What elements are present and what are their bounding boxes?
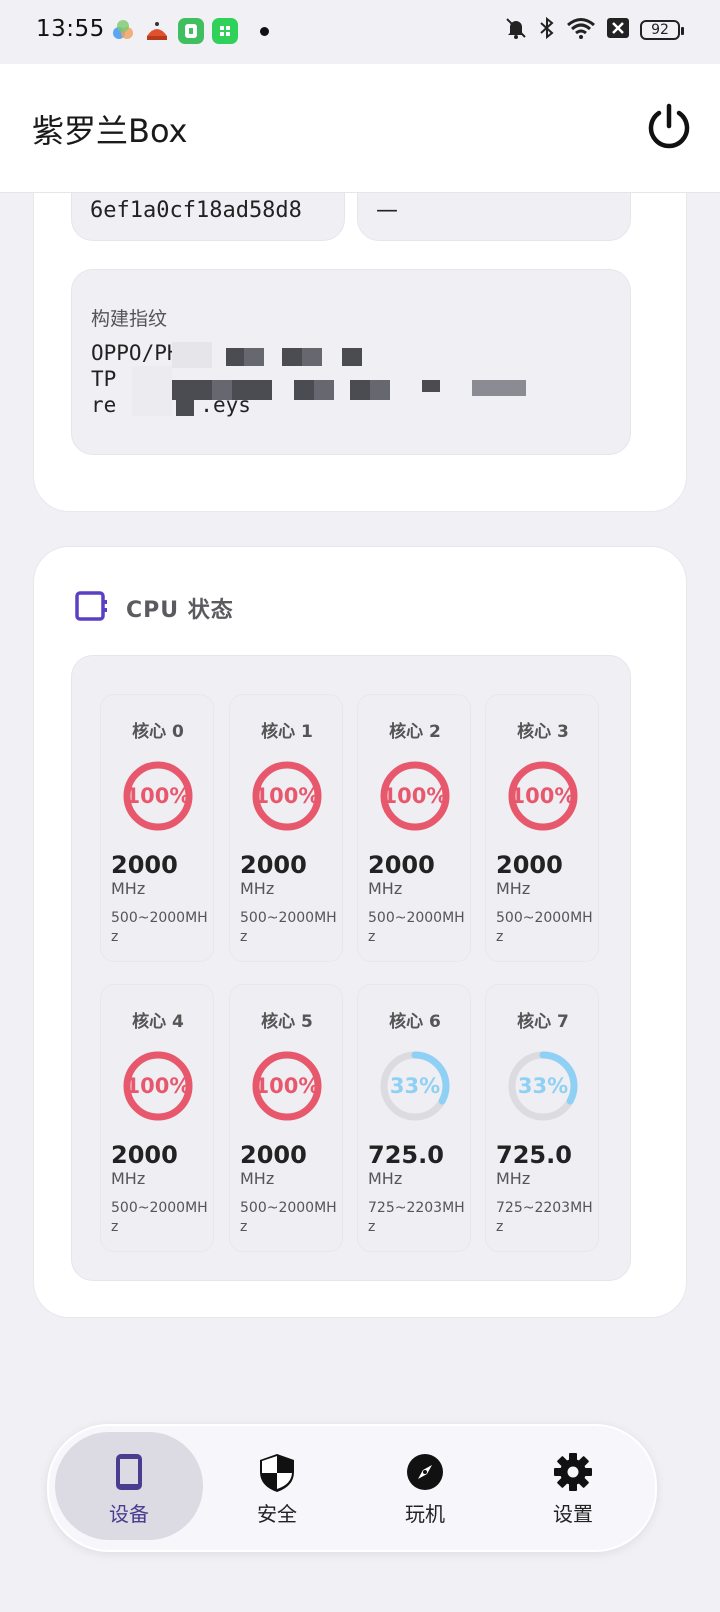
core-frequency: 2000 MHz xyxy=(111,1141,211,1188)
core-freq-unit: MHz xyxy=(496,1169,531,1188)
cpu-core-tile: 核心 1 100% 2000 MHz 500~2000MHz xyxy=(229,694,343,962)
system-icons: 92 xyxy=(504,16,684,44)
core-frequency: 2000 MHz xyxy=(368,851,468,898)
nav-label: 安全 xyxy=(257,1502,297,1526)
cpu-core-tile: 核心 2 100% 2000 MHz 500~2000MHz xyxy=(357,694,471,962)
core-name: 核心 0 xyxy=(132,722,184,742)
core-freq-range: 500~2000MHz xyxy=(240,910,337,945)
nav-settings[interactable]: 设置 xyxy=(499,1432,647,1540)
core-freq-value: 2000 xyxy=(368,851,435,879)
core-usage-text: 100% xyxy=(125,784,191,808)
core-frequency: 2000 MHz xyxy=(111,851,211,898)
core-freq-value: 2000 xyxy=(111,851,178,879)
core-name: 核心 1 xyxy=(261,722,313,742)
nav-device[interactable]: 设备 xyxy=(55,1432,203,1540)
core-frequency: 2000 MHz xyxy=(240,1141,340,1188)
core-frequency: 2000 MHz xyxy=(496,851,596,898)
core-freq-range: 500~2000MHz xyxy=(111,1200,208,1235)
gear-icon xyxy=(499,1452,647,1492)
core-usage-text: 100% xyxy=(382,784,448,808)
nav-label: 设备 xyxy=(109,1502,149,1526)
core-freq-value: 725.0 xyxy=(368,1141,444,1169)
nav-tweaks[interactable]: 玩机 xyxy=(351,1432,499,1540)
cpu-core-tile: 核心 3 100% 2000 MHz 500~2000MHz xyxy=(485,694,599,962)
core-freq-unit: MHz xyxy=(368,1169,403,1188)
fingerprint-tile: 构建指纹 OPPO/PH TP re .eys xyxy=(71,269,631,455)
cpu-core-tile: 核心 0 100% 2000 MHz 500~2000MHz xyxy=(100,694,214,962)
status-bar: 13:55 92 xyxy=(0,0,720,64)
core-usage-text: 100% xyxy=(125,1074,191,1098)
cpu-cores-panel: 核心 0 100% 2000 MHz 500~2000MHz 核心 1 100% 2000 … xyxy=(71,655,631,1281)
core-frequency: 725.0 MHz xyxy=(496,1141,596,1188)
mute-icon xyxy=(504,16,528,44)
core-freq-value: 2000 xyxy=(240,1141,307,1169)
data-off-icon xyxy=(606,17,630,43)
wifi-icon xyxy=(566,16,596,44)
cpu-chip-icon xyxy=(74,589,108,627)
core-freq-unit: MHz xyxy=(240,879,275,898)
core-frequency: 2000 MHz xyxy=(240,851,340,898)
app-bar: 紫罗兰Box xyxy=(0,64,720,192)
core-name: 核心 7 xyxy=(517,1012,569,1032)
nav-security[interactable]: 安全 xyxy=(203,1432,351,1540)
core-freq-value: 2000 xyxy=(111,1141,178,1169)
core-freq-unit: MHz xyxy=(111,879,146,898)
core-name: 核心 5 xyxy=(261,1012,313,1032)
core-usage-text: 33% xyxy=(389,1074,441,1098)
core-name: 核心 6 xyxy=(389,1012,441,1032)
cpu-core-tile: 核心 6 33% 725.0 MHz 725~2203MHz xyxy=(357,984,471,1252)
info-value: 6ef1a0cf18ad58d8 xyxy=(90,198,302,223)
battery-indicator: 92 xyxy=(640,20,684,40)
app-title: 紫罗兰Box xyxy=(32,112,188,150)
app-notification-icon xyxy=(212,18,238,44)
core-freq-unit: MHz xyxy=(368,879,403,898)
status-time: 13:55 xyxy=(36,16,105,42)
nav-label: 玩机 xyxy=(405,1502,445,1526)
device-info-card: 6ef1a0cf18ad58d8 — 构建指纹 OPPO/PH TP re .ey… xyxy=(33,192,687,512)
cpu-core-tile: 核心 7 33% 725.0 MHz 725~2203MHz xyxy=(485,984,599,1252)
info-tile-left: 6ef1a0cf18ad58d8 xyxy=(71,192,345,241)
phone-icon xyxy=(55,1452,203,1492)
nav-label: 设置 xyxy=(553,1502,593,1526)
core-freq-unit: MHz xyxy=(496,879,531,898)
core-usage-text: 100% xyxy=(254,784,320,808)
more-notifications-dot xyxy=(260,27,269,36)
core-freq-range: 725~2203MHz xyxy=(368,1200,465,1235)
core-freq-value: 2000 xyxy=(496,851,563,879)
cpu-header: CPU 状态 xyxy=(74,589,234,627)
core-name: 核心 3 xyxy=(517,722,569,742)
core-freq-unit: MHz xyxy=(240,1169,275,1188)
cpu-core-tile: 核心 5 100% 2000 MHz 500~2000MHz xyxy=(229,984,343,1252)
shield-icon xyxy=(203,1452,351,1494)
power-icon[interactable] xyxy=(644,102,694,152)
core-freq-unit: MHz xyxy=(111,1169,146,1188)
core-freq-range: 500~2000MHz xyxy=(496,910,593,945)
compass-icon xyxy=(351,1452,499,1492)
info-value: — xyxy=(376,198,398,223)
info-tile-right: — xyxy=(357,192,631,241)
cpu-status-card: CPU 状态 核心 0 100% 2000 MHz 500~2000MHz 核心 1 10… xyxy=(33,546,687,1318)
app-notification-icon xyxy=(178,18,204,44)
core-usage-text: 33% xyxy=(517,1074,569,1098)
bluetooth-icon xyxy=(538,16,556,44)
cpu-core-tile: 核心 4 100% 2000 MHz 500~2000MHz xyxy=(100,984,214,1252)
fingerprint-label: 构建指纹 xyxy=(91,308,168,330)
core-freq-range: 500~2000MHz xyxy=(368,910,465,945)
core-freq-value: 725.0 xyxy=(496,1141,572,1169)
core-usage-text: 100% xyxy=(254,1074,320,1098)
app-notification-icon xyxy=(110,18,136,44)
core-freq-value: 2000 xyxy=(240,851,307,879)
core-freq-range: 725~2203MHz xyxy=(496,1200,593,1235)
cpu-title: CPU 状态 xyxy=(126,598,234,623)
core-name: 核心 4 xyxy=(132,1012,184,1032)
core-frequency: 725.0 MHz xyxy=(368,1141,468,1188)
core-usage-text: 100% xyxy=(510,784,576,808)
bottom-navigation: 设备 安全 玩机 设置 xyxy=(47,1424,657,1552)
core-freq-range: 500~2000MHz xyxy=(240,1200,337,1235)
core-name: 核心 2 xyxy=(389,722,441,742)
core-freq-range: 500~2000MHz xyxy=(111,910,208,945)
app-notification-icon xyxy=(144,18,170,44)
main-content[interactable]: 6ef1a0cf18ad58d8 — 构建指纹 OPPO/PH TP re .ey… xyxy=(0,192,720,1612)
